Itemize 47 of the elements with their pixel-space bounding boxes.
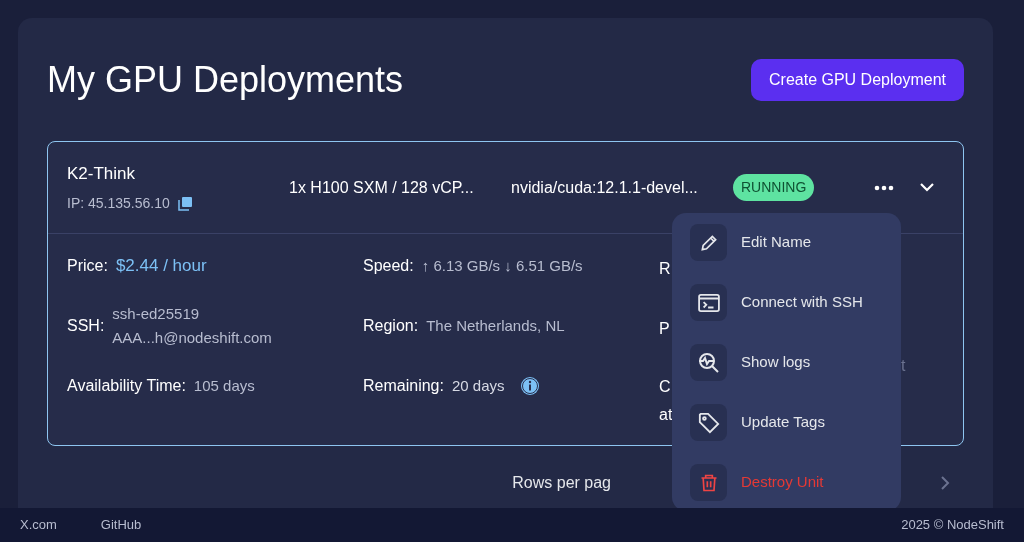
- tag-icon: [697, 411, 720, 434]
- ssh-key-text: ssh-ed25519: [112, 304, 201, 324]
- price-value: $2.44 / hour: [115, 255, 207, 278]
- container-image: nvidia/cuda:12.1.1-devel...: [511, 177, 699, 198]
- detail-label: Region:: [363, 316, 419, 336]
- terminal-icon: [697, 293, 720, 312]
- detail-label: at: [659, 405, 673, 425]
- detail-value: The Netherlands, NL: [426, 315, 565, 336]
- rows-per-page-label: Rows per pag: [512, 473, 611, 493]
- menu-item-label: Destroy Unit: [741, 472, 824, 493]
- menu-item-label: Edit Name: [741, 232, 812, 253]
- status-badge: RUNNING: [733, 174, 815, 201]
- detail-label: Price:: [67, 256, 108, 276]
- chevron-icon[interactable]: [920, 183, 934, 192]
- deployment-name: K2-Think: [67, 163, 137, 186]
- detail-label: R: [659, 259, 671, 279]
- next-page-icon[interactable]: [941, 476, 950, 490]
- detail-value: t: [901, 356, 906, 376]
- menu-item-label: Connect with SSH: [741, 292, 863, 313]
- more-options-icon[interactable]: [874, 184, 894, 191]
- menu-item[interactable]: Update Tags: [690, 404, 883, 441]
- footer-link[interactable]: X.com: [20, 515, 57, 535]
- page-title: My GPU Deployments: [47, 58, 404, 102]
- create-deployment-button[interactable]: Create GPU Deployment: [751, 59, 964, 101]
- detail-label: C: [659, 377, 672, 397]
- detail-label: Remaining:: [363, 376, 444, 396]
- detail-label: Speed:: [363, 256, 414, 276]
- info-icon[interactable]: [520, 376, 541, 396]
- gpu-spec: 1x H100 SXM / 128 vCP...: [289, 177, 475, 198]
- footer-link[interactable]: GitHub: [100, 515, 142, 535]
- detail-label: SSH:: [67, 316, 105, 336]
- ssh-key-text: AAA...h@nodeshift.com: [112, 328, 272, 348]
- menu-item[interactable]: Show logs: [690, 344, 883, 381]
- ip-address: IP: 45.135.56.10: [67, 193, 170, 213]
- pencil-icon: [698, 232, 719, 253]
- menu-item[interactable]: Connect with SSH: [690, 284, 883, 321]
- menu-item-label: Show logs: [741, 352, 811, 373]
- detail-value: ↑ 6.13 GB/s ↓ 6.51 GB/s: [421, 255, 583, 276]
- magnifier-pulse-icon: [696, 350, 721, 375]
- copyright-text: 2025 © NodeShift: [901, 516, 1004, 535]
- detail-label: Availability Time:: [67, 376, 186, 396]
- detail-label: P: [659, 319, 670, 339]
- copy-icon[interactable]: [177, 195, 193, 211]
- menu-item[interactable]: Edit Name: [690, 224, 883, 261]
- detail-value: 20 days: [451, 375, 505, 396]
- detail-value: 105 days: [193, 375, 255, 396]
- menu-item-label: Update Tags: [741, 412, 825, 433]
